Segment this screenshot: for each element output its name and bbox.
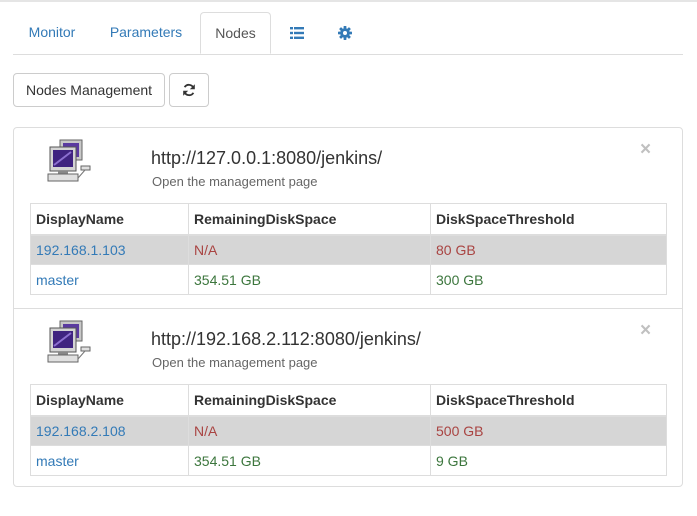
node-name-link[interactable]: master — [30, 445, 189, 476]
nodes-panel: http://127.0.0.1:8080/jenkins/ Open the … — [13, 127, 683, 487]
table-header-row: DisplayName RemainingDiskSpace DiskSpace… — [30, 203, 667, 236]
tab-list[interactable] — [275, 12, 319, 53]
nodes-table: DisplayName RemainingDiskSpace DiskSpace… — [30, 203, 667, 295]
open-management-page-link[interactable]: Open the management page — [152, 355, 318, 370]
disk-space-threshold: 500 GB — [430, 415, 667, 446]
node-card: http://192.168.2.112:8080/jenkins/ Open … — [14, 308, 682, 489]
list-icon — [290, 27, 304, 40]
nodes-management-button[interactable]: Nodes Management — [13, 73, 165, 107]
remaining-disk-space: 354.51 GB — [188, 445, 431, 476]
remaining-disk-space: N/A — [188, 234, 431, 265]
computer-network-icon — [47, 320, 91, 363]
tab-nodes[interactable]: Nodes — [200, 12, 271, 54]
nodes-table: DisplayName RemainingDiskSpace DiskSpace… — [30, 384, 667, 476]
remaining-disk-space: 354.51 GB — [188, 264, 431, 295]
node-name[interactable]: master — [36, 453, 79, 469]
refresh-button[interactable] — [169, 73, 209, 107]
table-row: master 354.51 GB 300 GB — [30, 264, 667, 295]
top-border — [0, 0, 697, 2]
node-name-link[interactable]: 192.168.2.108 — [30, 415, 189, 446]
column-header-displayname: DisplayName — [30, 384, 189, 417]
open-management-page-link[interactable]: Open the management page — [152, 174, 318, 189]
node-name[interactable]: master — [36, 272, 79, 288]
disk-space-threshold: 80 GB — [430, 234, 667, 265]
close-icon[interactable]: × — [640, 140, 651, 159]
close-icon[interactable]: × — [640, 321, 651, 340]
tab-parameters[interactable]: Parameters — [95, 12, 197, 53]
table-header-row: DisplayName RemainingDiskSpace DiskSpace… — [30, 384, 667, 417]
column-header-remainingdiskspace: RemainingDiskSpace — [188, 384, 431, 417]
node-name-link[interactable]: master — [30, 264, 189, 295]
node-name[interactable]: 192.168.2.108 — [36, 423, 126, 439]
table-row: 192.168.2.108 N/A 500 GB — [30, 415, 667, 446]
nav-tabs: Monitor Parameters Nodes — [13, 12, 683, 55]
column-header-remainingdiskspace: RemainingDiskSpace — [188, 203, 431, 236]
disk-space-threshold: 9 GB — [430, 445, 667, 476]
column-header-diskspacethreshold: DiskSpaceThreshold — [430, 203, 667, 236]
node-name-link[interactable]: 192.168.1.103 — [30, 234, 189, 265]
column-header-diskspacethreshold: DiskSpaceThreshold — [430, 384, 667, 417]
column-header-displayname: DisplayName — [30, 203, 189, 236]
disk-space-threshold: 300 GB — [430, 264, 667, 295]
node-name[interactable]: 192.168.1.103 — [36, 242, 126, 258]
table-row: 192.168.1.103 N/A 80 GB — [30, 234, 667, 265]
gear-icon — [338, 26, 352, 41]
computer-network-icon — [47, 139, 91, 182]
node-url-link[interactable]: http://192.168.2.112:8080/jenkins/ — [151, 329, 421, 350]
table-row: master 354.51 GB 9 GB — [30, 445, 667, 476]
remaining-disk-space: N/A — [188, 415, 431, 446]
tab-settings[interactable] — [323, 12, 367, 53]
tab-monitor[interactable]: Monitor — [13, 12, 91, 53]
refresh-icon — [183, 83, 195, 96]
node-card: http://127.0.0.1:8080/jenkins/ Open the … — [14, 128, 682, 308]
node-url-link[interactable]: http://127.0.0.1:8080/jenkins/ — [151, 148, 382, 169]
